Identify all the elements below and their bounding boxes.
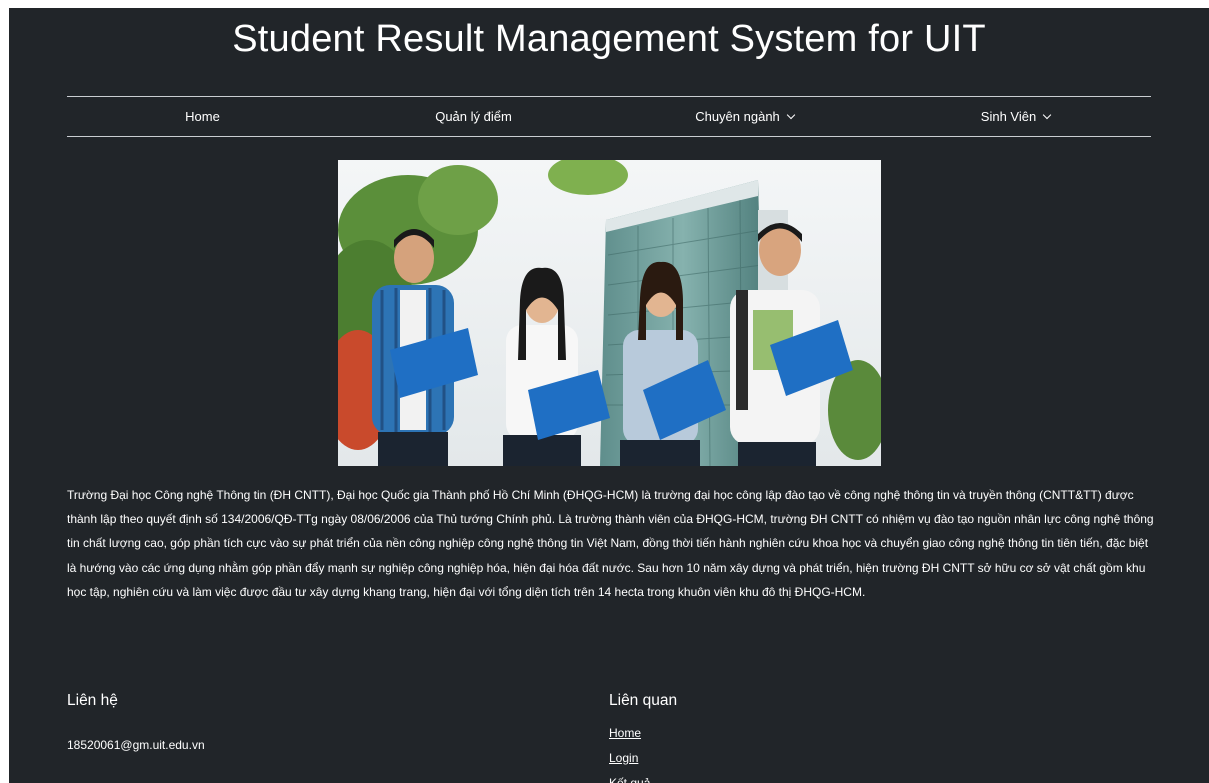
nav-item-label: Chuyên ngành — [695, 109, 780, 124]
footer-contact-heading: Liên hệ — [67, 692, 118, 709]
nav-item-home[interactable]: Home — [67, 97, 338, 136]
nav-item-label: Home — [185, 109, 220, 124]
nav-dropdown-students[interactable]: Sinh Viên — [880, 97, 1151, 136]
chevron-down-icon — [1042, 110, 1052, 119]
nav-item-label: Sinh Viên — [980, 109, 1037, 124]
footer-link-home[interactable]: Home — [609, 721, 677, 746]
page-container: Student Result Management System for UIT… — [9, 8, 1209, 783]
hero-image — [338, 160, 881, 466]
contact-email: 18520061@gm.uit.edu.vn — [67, 738, 205, 752]
chevron-down-icon — [786, 110, 796, 119]
footer-links: Liên quan Home Login Kết quả — [609, 692, 677, 783]
footer-contact: Liên hệ 18520061@gm.uit.edu.vn — [67, 692, 205, 752]
footer-link-results[interactable]: Kết quả — [609, 771, 677, 783]
main-navbar: Home Quản lý điểm Chuyên ngành Sinh Viên — [67, 96, 1151, 137]
footer-link-login[interactable]: Login — [609, 746, 677, 771]
nav-item-grade-management[interactable]: Quản lý điểm — [338, 97, 609, 136]
nav-item-label: Quản lý điểm — [435, 109, 512, 124]
intro-paragraph: Trường Đại học Công nghệ Thông tin (ĐH C… — [67, 488, 1154, 599]
footer-links-heading: Liên quan — [609, 692, 678, 709]
site-title: Student Result Management System for UIT — [232, 18, 986, 60]
nav-dropdown-majors[interactable]: Chuyên ngành — [609, 97, 880, 136]
